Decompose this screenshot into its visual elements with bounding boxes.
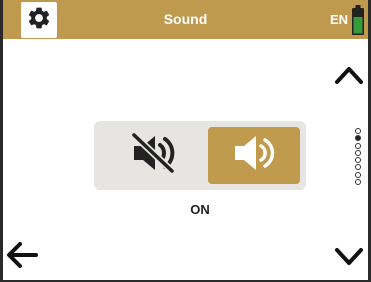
page-dot (355, 142, 361, 149)
language-indicator[interactable]: EN (330, 0, 348, 39)
page-indicator (353, 128, 363, 186)
arrow-left-icon (5, 242, 39, 274)
page-title: Sound (163, 11, 208, 27)
page-dot (355, 171, 361, 178)
sound-settings-screen: Sound EN ON (0, 0, 371, 282)
page-dot (355, 149, 361, 156)
page-dot (355, 157, 361, 164)
sound-toggle (94, 121, 306, 190)
header-bar: Sound EN (3, 0, 368, 39)
chevron-down-icon (334, 248, 364, 273)
sound-off-option[interactable] (100, 127, 206, 184)
page-dot (355, 179, 361, 186)
battery-icon (352, 5, 364, 35)
page-dot-active (355, 135, 361, 142)
sound-on-option[interactable] (208, 127, 300, 184)
scroll-up-button[interactable] (334, 62, 364, 91)
speaker-on-icon (231, 133, 277, 178)
chevron-up-icon (334, 67, 364, 90)
back-button[interactable] (5, 240, 39, 275)
page-dot (355, 164, 361, 171)
scroll-down-button[interactable] (334, 245, 364, 274)
sound-status-label: ON (190, 202, 210, 217)
speaker-muted-icon (130, 132, 176, 178)
page-dot (355, 128, 361, 134)
